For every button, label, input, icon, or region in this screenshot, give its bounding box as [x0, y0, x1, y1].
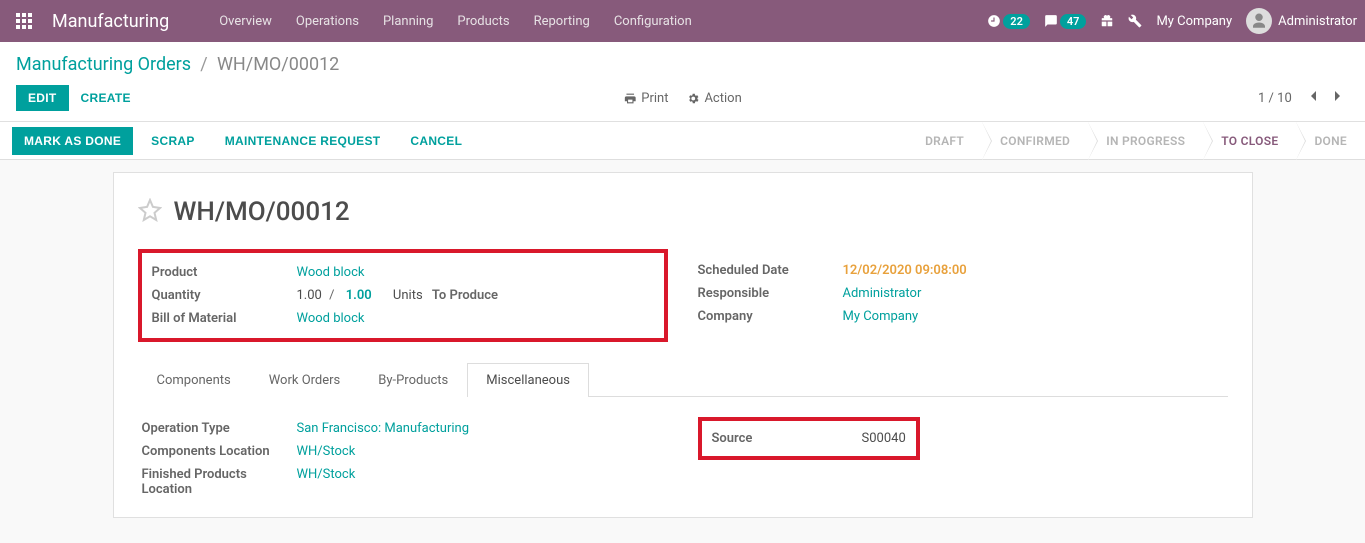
pager-value[interactable]: 1 / 10: [1258, 91, 1292, 106]
user-name: Administrator: [1278, 14, 1357, 29]
qty-demand: 1.00: [297, 288, 322, 303]
fin-loc-label: Finished Products Location: [142, 467, 297, 497]
stage-in-progress[interactable]: IN PROGRESS: [1088, 122, 1203, 160]
stage-done[interactable]: DONE: [1296, 122, 1365, 160]
tab-work-orders[interactable]: Work Orders: [250, 363, 360, 397]
print-button[interactable]: Print: [623, 91, 668, 106]
op-type-link[interactable]: San Francisco: Manufacturing: [297, 421, 470, 436]
tab-miscellaneous[interactable]: Miscellaneous: [467, 363, 589, 397]
source-label: Source: [712, 431, 862, 446]
chevron-left-icon: [1308, 90, 1318, 102]
stage-bar: DRAFT CONFIRMED IN PROGRESS TO CLOSE DON…: [907, 122, 1365, 159]
bom-label: Bill of Material: [152, 311, 297, 326]
apps-icon[interactable]: [12, 9, 36, 33]
breadcrumb-parent[interactable]: Manufacturing Orders: [16, 54, 191, 75]
avatar-icon: [1246, 8, 1272, 34]
tab-misc-content: Operation Type San Francisco: Manufactur…: [138, 397, 1228, 509]
priority-star[interactable]: [138, 198, 162, 226]
discuss-badge: 47: [1060, 14, 1087, 29]
breadcrumb: Manufacturing Orders / WH/MO/00012: [16, 54, 339, 75]
op-type-label: Operation Type: [142, 421, 297, 436]
mark-done-button[interactable]: MARK AS DONE: [12, 127, 133, 155]
highlight-box-source: Source S00040: [698, 417, 920, 460]
gear-icon: [686, 92, 699, 105]
product-link[interactable]: Wood block: [297, 265, 365, 280]
pager-prev[interactable]: [1302, 87, 1327, 110]
statusbar: MARK AS DONE SCRAP MAINTENANCE REQUEST C…: [0, 122, 1365, 160]
tab-components[interactable]: Components: [138, 363, 250, 397]
chevron-right-icon: [1333, 90, 1343, 102]
cancel-button[interactable]: CANCEL: [398, 127, 474, 155]
tab-by-products[interactable]: By-Products: [359, 363, 467, 397]
user-menu[interactable]: Administrator: [1246, 8, 1357, 34]
fin-loc-link[interactable]: WH/Stock: [297, 467, 356, 482]
qty-producing: 1.00: [346, 288, 372, 303]
breadcrumb-current: WH/MO/00012: [217, 54, 339, 75]
record-title: WH/MO/00012: [174, 197, 350, 227]
action-label: Action: [704, 91, 741, 106]
company-label: Company: [698, 309, 843, 324]
print-icon: [623, 92, 636, 105]
pager: 1 / 10: [1258, 90, 1349, 106]
bom-link[interactable]: Wood block: [297, 311, 365, 326]
notebook-tabs: Components Work Orders By-Products Misce…: [138, 362, 1228, 397]
qty-sep: /: [329, 288, 334, 303]
discuss-button[interactable]: 47: [1044, 14, 1087, 29]
quantity-label: Quantity: [152, 288, 297, 303]
topbar-right: 22 47 My Company Administrator: [987, 8, 1357, 34]
qty-uom: Units: [393, 288, 423, 303]
qty-suffix: To Produce: [432, 288, 498, 303]
scrap-button[interactable]: SCRAP: [139, 127, 207, 155]
responsible-label: Responsible: [698, 286, 843, 301]
maintenance-button[interactable]: MAINTENANCE REQUEST: [213, 127, 393, 155]
print-label: Print: [641, 91, 668, 106]
activities-button[interactable]: 22: [987, 14, 1030, 29]
menu-overview[interactable]: Overview: [209, 8, 282, 35]
stage-confirmed[interactable]: CONFIRMED: [982, 122, 1088, 160]
gift-icon[interactable]: [1100, 14, 1114, 28]
scheduled-value: 12/02/2020 09:08:00: [843, 263, 967, 278]
highlight-box-left: Product Wood block Quantity 1.00 / 1.00 …: [138, 249, 668, 342]
menu-products[interactable]: Products: [447, 8, 519, 35]
action-button[interactable]: Action: [686, 91, 741, 106]
star-icon: [138, 198, 162, 222]
stage-to-close[interactable]: TO CLOSE: [1203, 122, 1296, 160]
menu-reporting[interactable]: Reporting: [524, 8, 600, 35]
stage-draft[interactable]: DRAFT: [907, 122, 982, 160]
app-brand[interactable]: Manufacturing: [52, 11, 169, 32]
create-button[interactable]: CREATE: [69, 85, 143, 111]
edit-button[interactable]: EDIT: [16, 85, 69, 111]
menu-planning[interactable]: Planning: [373, 8, 443, 35]
comp-loc-link[interactable]: WH/Stock: [297, 444, 356, 459]
pager-next[interactable]: [1327, 87, 1349, 110]
breadcrumb-sep: /: [200, 54, 207, 75]
main-menu: Overview Operations Planning Products Re…: [209, 8, 702, 35]
scheduled-label: Scheduled Date: [698, 263, 843, 278]
source-value: S00040: [862, 431, 906, 446]
control-panel: Manufacturing Orders / WH/MO/00012 EDIT …: [0, 42, 1365, 122]
menu-configuration[interactable]: Configuration: [604, 8, 702, 35]
company-switcher[interactable]: My Company: [1156, 14, 1232, 29]
debug-icon[interactable]: [1128, 14, 1142, 28]
form-sheet: WH/MO/00012 Product Wood block Quantity …: [113, 172, 1253, 518]
responsible-link[interactable]: Administrator: [843, 286, 922, 301]
topbar: Manufacturing Overview Operations Planni…: [0, 0, 1365, 42]
company-link[interactable]: My Company: [843, 309, 919, 324]
product-label: Product: [152, 265, 297, 280]
activities-badge: 22: [1003, 14, 1030, 29]
comp-loc-label: Components Location: [142, 444, 297, 459]
menu-operations[interactable]: Operations: [286, 8, 369, 35]
